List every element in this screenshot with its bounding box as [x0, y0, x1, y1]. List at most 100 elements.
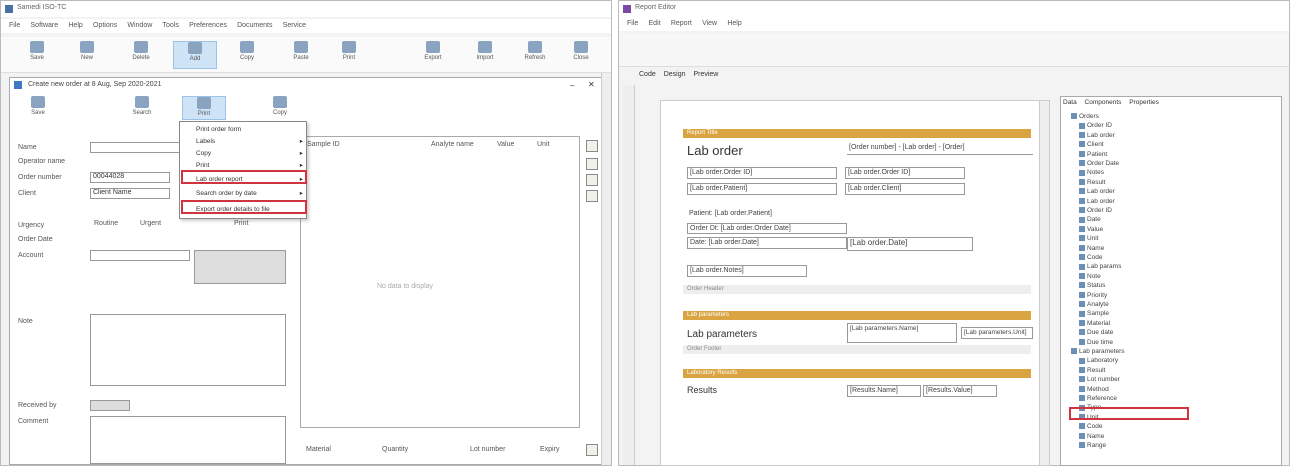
dialog-tab-button[interactable]: Copy [258, 96, 302, 120]
results-heading[interactable]: Results [687, 385, 717, 395]
ribbon-button[interactable]: Import [463, 41, 507, 69]
report-field[interactable]: [Lab order.Notes] [687, 265, 807, 277]
tree-item[interactable]: Laboratory [1079, 357, 1118, 364]
column-header[interactable]: Sample ID [307, 141, 340, 148]
dialog-tab-button[interactable]: Search [120, 96, 164, 120]
menu-item[interactable]: Report [671, 17, 692, 31]
report-band[interactable]: Order Footer [683, 345, 1031, 354]
menu-item[interactable]: Options [93, 19, 117, 33]
tree-item[interactable]: Unit [1079, 235, 1099, 242]
urgency-radio-routine[interactable]: Routine [94, 220, 118, 227]
report-field[interactable]: [Lab order.Patient] [687, 183, 837, 195]
tab-preview[interactable]: Preview [693, 71, 718, 78]
column-header[interactable]: Expiry [540, 446, 559, 453]
canvas-scrollbar[interactable] [1039, 101, 1049, 465]
tree-item[interactable]: Due time [1079, 339, 1113, 346]
report-field[interactable]: [Lab parameters.Name] [847, 323, 957, 343]
tree-item[interactable]: Sample [1079, 310, 1109, 317]
tree-item[interactable]: Status [1079, 282, 1105, 289]
tree-item[interactable]: Order ID [1079, 207, 1112, 214]
tree-item[interactable]: Lot number [1079, 376, 1120, 383]
ribbon-button[interactable]: Add [173, 41, 217, 69]
tree-item[interactable]: Range [1079, 442, 1106, 449]
tree-item[interactable]: Lab order [1079, 198, 1115, 205]
menu-item[interactable]: Search order by date ▸ [182, 188, 306, 199]
client-field[interactable]: Client Name [90, 188, 170, 199]
column-header[interactable]: Lot number [470, 446, 505, 453]
report-field[interactable]: [Results.Value] [923, 385, 997, 397]
tree-item[interactable]: Lab order [1079, 188, 1115, 195]
tree-item[interactable]: Lab parameters [1071, 348, 1125, 355]
menu-item[interactable]: Tools [163, 19, 179, 33]
menu-item[interactable]: Service [283, 19, 306, 33]
ribbon-button[interactable]: Delete [119, 41, 163, 69]
ribbon-button[interactable]: Save [15, 41, 59, 69]
column-header[interactable]: Material [306, 446, 331, 453]
dialog-tab-button[interactable]: Save [16, 96, 60, 120]
ribbon-button[interactable]: Copy [225, 41, 269, 69]
tree-item[interactable]: Patient [1079, 151, 1107, 158]
name-field[interactable] [90, 142, 190, 153]
tree-item[interactable]: Material [1079, 320, 1110, 327]
report-band[interactable]: Order Header [683, 285, 1031, 294]
ribbon-button[interactable]: Export [411, 41, 455, 69]
report-field[interactable]: [Lab order.Client] [845, 183, 965, 195]
menu-item[interactable]: Documents [237, 19, 272, 33]
tree-item[interactable]: Analyte [1079, 301, 1109, 308]
ribbon-button[interactable]: Refresh [513, 41, 557, 69]
tree-item[interactable]: Name [1079, 245, 1104, 252]
menu-item[interactable]: Edit [649, 17, 661, 31]
report-field[interactable]: [Order number] - [Lab order] - [Order] [847, 143, 1033, 155]
menu-item[interactable]: Labels ▸ [182, 136, 306, 147]
tree-item[interactable]: Order Date [1079, 160, 1119, 167]
tab-data[interactable]: Data [1063, 99, 1077, 106]
ribbon-button[interactable]: Close [559, 41, 603, 69]
tree-item[interactable]: Code [1079, 423, 1103, 430]
tree-item[interactable]: Lab order [1079, 132, 1115, 139]
results-grid[interactable]: Sample ID Analyte name Value Unit No dat… [300, 136, 580, 428]
menu-item[interactable]: View [702, 17, 717, 31]
report-field[interactable]: [Lab parameters.Unit] [961, 327, 1033, 339]
grid-add-icon[interactable] [586, 140, 598, 152]
column-header[interactable]: Quantity [382, 446, 408, 453]
report-field[interactable]: [Results.Name] [847, 385, 921, 397]
menu-item[interactable]: Print order form [182, 124, 306, 135]
tab-components[interactable]: Components [1085, 99, 1122, 106]
tab-properties[interactable]: Properties [1129, 99, 1159, 106]
tab-code[interactable]: Code [639, 71, 656, 78]
tree-item[interactable]: Note [1079, 273, 1101, 280]
ribbon-button[interactable]: Print [327, 41, 371, 69]
bottom-add-icon[interactable] [586, 444, 598, 456]
tree-item[interactable]: Reference [1079, 395, 1117, 402]
menu-item[interactable]: Software [31, 19, 59, 33]
column-header[interactable]: Unit [537, 141, 549, 148]
note-field[interactable] [90, 314, 286, 386]
report-field[interactable]: [Lab order.Order ID] [687, 167, 837, 179]
window-scrollbar[interactable] [601, 73, 611, 465]
report-band[interactable]: Report Title [683, 129, 1031, 138]
report-band[interactable]: Laboratory Results [683, 369, 1031, 378]
account-field[interactable] [90, 250, 190, 261]
column-header[interactable]: Analyte name [431, 141, 474, 148]
grid-edit-icon[interactable] [586, 158, 598, 170]
report-field[interactable]: [Lab order.Order ID] [845, 167, 965, 179]
report-title[interactable]: Lab order [687, 143, 743, 158]
menu-item[interactable]: Help [727, 17, 741, 31]
comment-field[interactable] [90, 416, 286, 464]
tree-item[interactable]: Orders [1071, 113, 1099, 120]
menu-item[interactable]: Preferences [189, 19, 227, 33]
tree-item[interactable]: Result [1079, 179, 1105, 186]
tree-item[interactable]: Lab params [1079, 263, 1121, 270]
report-field[interactable]: Patient: [Lab order.Patient] [687, 209, 847, 220]
menu-item[interactable]: Copy ▸ [182, 148, 306, 159]
menu-item[interactable]: Window [127, 19, 152, 33]
grid-refresh-icon[interactable] [586, 190, 598, 202]
dialog-tab-button[interactable]: Print [182, 96, 226, 120]
tree-item[interactable]: Value [1079, 226, 1103, 233]
report-band[interactable]: Lab parameters [683, 311, 1031, 320]
tree-item[interactable]: Order ID [1079, 122, 1112, 129]
tab-design[interactable]: Design [664, 71, 686, 78]
report-field[interactable]: Date: [Lab order.Date] [687, 237, 847, 249]
grid-delete-icon[interactable] [586, 174, 598, 186]
tree-item[interactable]: Name [1079, 433, 1104, 440]
